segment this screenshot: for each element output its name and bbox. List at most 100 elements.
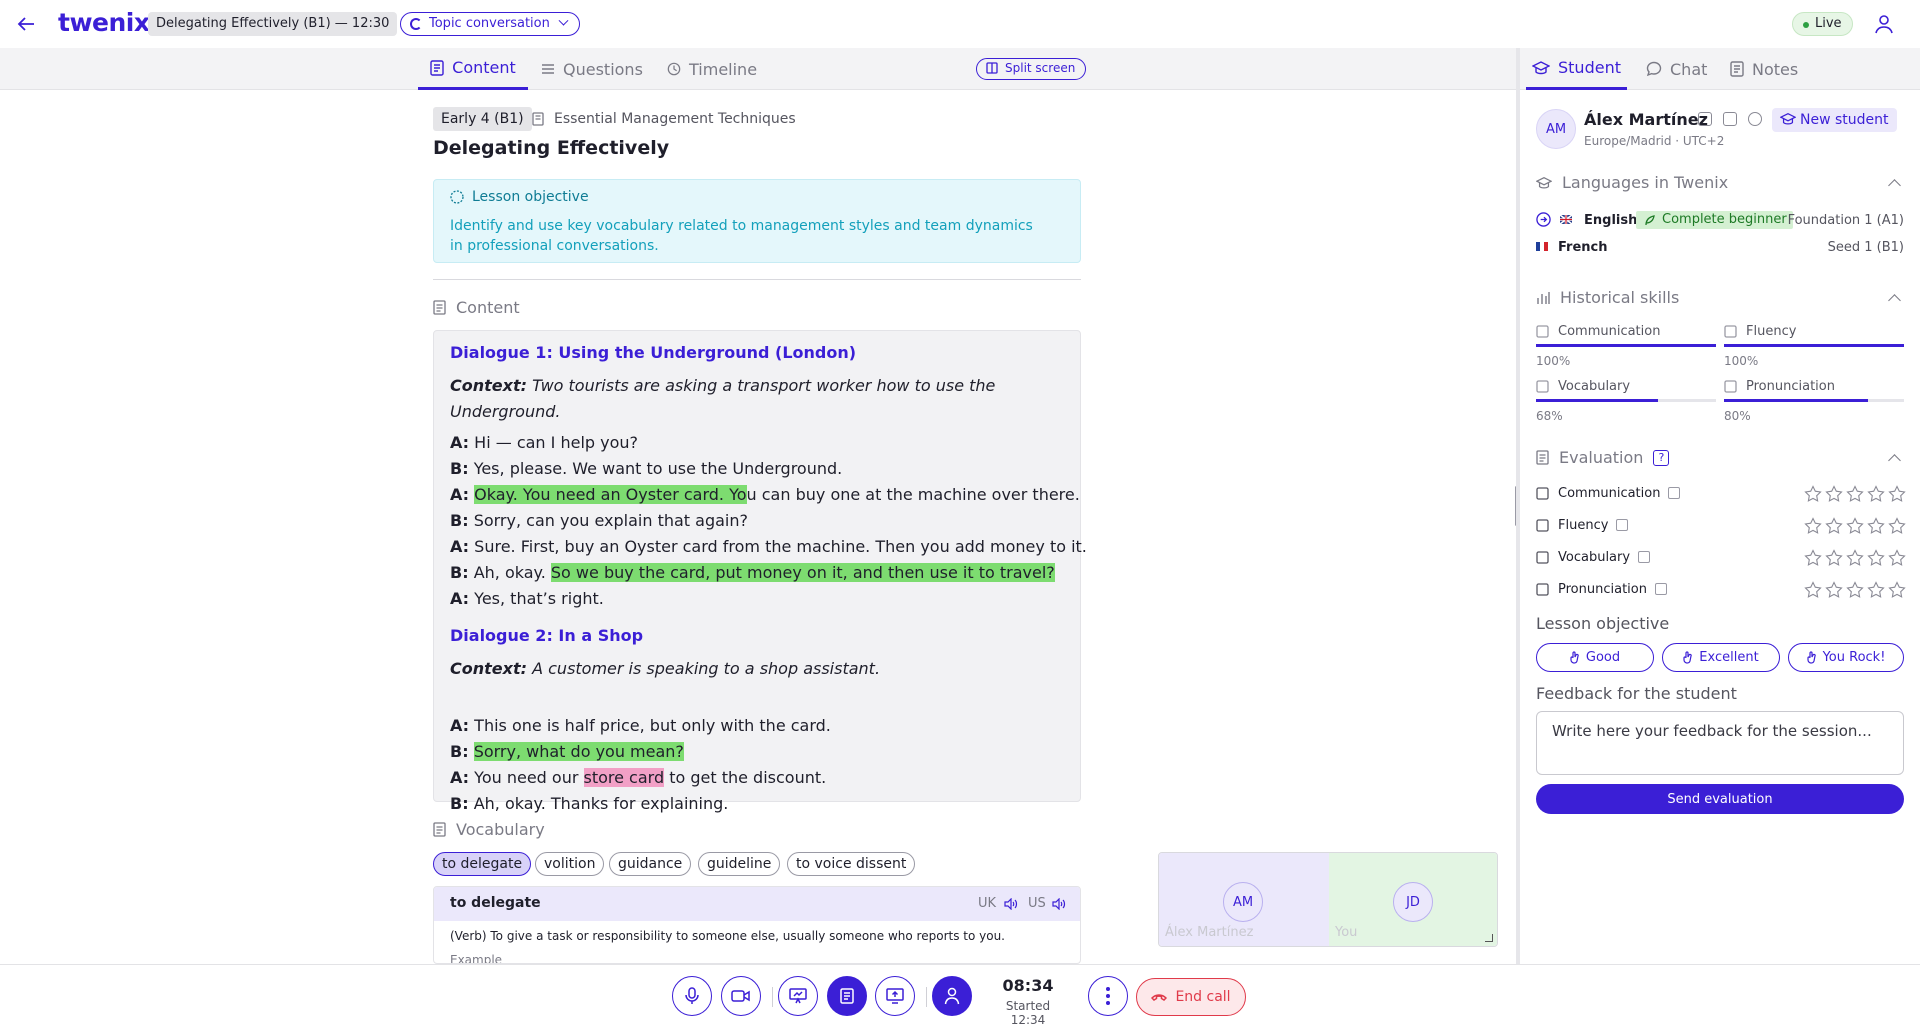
tab-chat[interactable]: Chat <box>1646 48 1707 90</box>
tab-student-label: Student <box>1558 58 1621 77</box>
line-text: to get the discount. <box>664 768 827 787</box>
lesson-objective-text: Identify and use key vocabulary related … <box>450 218 1033 254</box>
right-panel-tabs: Student Chat Notes <box>1520 48 1920 90</box>
info-icon[interactable] <box>1654 583 1667 595</box>
star-icon[interactable] <box>1804 485 1822 503</box>
language-name: French <box>1558 240 1608 255</box>
evaluation-label: Fluency <box>1558 518 1629 533</box>
objective-rating-button[interactable]: Good <box>1536 643 1654 672</box>
star-icon[interactable] <box>1867 485 1885 503</box>
beginner-badge-label: Complete beginner <box>1662 212 1787 227</box>
vocabulary-chip[interactable]: guideline <box>698 852 781 876</box>
tab-questions[interactable]: Questions <box>541 48 643 90</box>
language-name: English <box>1584 213 1638 228</box>
highlighted-text[interactable]: Okay. You need an Oyster card. Yo <box>474 485 747 504</box>
star-rating[interactable] <box>1804 549 1906 567</box>
historical-skills-heading[interactable]: Historical skills <box>1536 288 1679 307</box>
objective-heading-text: Lesson objective <box>472 189 589 205</box>
topic-conversation-dropdown[interactable]: Topic conversation <box>400 12 580 36</box>
skill-name: Pronunciation <box>1746 379 1835 394</box>
user-profile-icon[interactable] <box>1872 12 1896 36</box>
progress-ring-icon <box>410 18 422 30</box>
star-icon[interactable] <box>1804 549 1822 567</box>
evaluation-label: Pronunciation <box>1558 582 1667 597</box>
line-text: Sorry, can you explain that again? <box>473 511 748 530</box>
objective-rating-button[interactable]: Excellent <box>1662 643 1780 672</box>
feedback-label: Feedback for the student <box>1536 684 1737 703</box>
star-icon[interactable] <box>1867 581 1885 599</box>
tab-student[interactable]: Student <box>1526 48 1627 90</box>
evaluation-help-icon[interactable]: ? <box>1653 449 1670 466</box>
globe-icon[interactable] <box>1748 112 1762 126</box>
skill-progress-bar <box>1536 344 1716 347</box>
speaker-uk-icon[interactable] <box>1004 898 1018 910</box>
evaluation-heading[interactable]: Evaluation ? <box>1536 448 1670 467</box>
star-icon[interactable] <box>1825 581 1843 599</box>
star-icon[interactable] <box>1804 581 1822 599</box>
star-rating[interactable] <box>1804 517 1906 535</box>
star-icon[interactable] <box>1888 549 1906 567</box>
tab-timeline[interactable]: Timeline <box>667 48 757 90</box>
star-icon[interactable] <box>1867 549 1885 567</box>
end-call-button[interactable]: End call <box>1136 978 1246 1016</box>
skill-progress-fill <box>1536 344 1716 347</box>
whiteboard-button[interactable] <box>778 976 818 1016</box>
camera-button[interactable] <box>721 976 761 1016</box>
id-card-icon[interactable] <box>1698 112 1712 126</box>
profile-card-icon[interactable] <box>1723 112 1737 126</box>
tab-notes[interactable]: Notes <box>1730 48 1798 90</box>
tab-content[interactable]: Content <box>418 48 528 90</box>
star-icon[interactable] <box>1846 581 1864 599</box>
vocabulary-chip[interactable]: to voice dissent <box>787 852 916 876</box>
objective-rating-button[interactable]: You Rock! <box>1788 643 1904 672</box>
star-icon[interactable] <box>1867 517 1885 535</box>
info-icon[interactable] <box>1638 551 1651 563</box>
vocabulary-chip[interactable]: to delegate <box>433 852 532 876</box>
speaker-label: B: <box>450 459 469 478</box>
microphone-button[interactable] <box>672 976 712 1016</box>
send-evaluation-button[interactable]: Send evaluation <box>1536 784 1904 814</box>
star-icon[interactable] <box>1846 549 1864 567</box>
dialogue-line: A: Sure. First, buy an Oyster card from … <box>450 537 1087 556</box>
highlighted-text[interactable]: So we buy the card, put money on it, and… <box>550 563 1055 582</box>
vocabulary-chip[interactable]: guidance <box>609 852 692 876</box>
star-rating[interactable] <box>1804 485 1906 503</box>
skill-meter: Pronunciation 80% <box>1724 379 1904 429</box>
content-view-button[interactable] <box>827 976 867 1016</box>
star-icon[interactable] <box>1888 517 1906 535</box>
dialogue-1-context: Context: Two tourists are asking a trans… <box>450 373 1050 425</box>
languages-section-heading[interactable]: Languages in Twenix <box>1536 173 1728 192</box>
highlighted-text[interactable]: Sorry, what do you mean? <box>473 742 684 761</box>
split-screen-button[interactable]: Split screen <box>976 58 1087 80</box>
more-options-button[interactable] <box>1088 976 1128 1016</box>
highlighted-text[interactable]: store card <box>583 768 665 787</box>
feedback-textarea[interactable]: Write here your feedback for the session… <box>1536 711 1904 775</box>
star-icon[interactable] <box>1846 517 1864 535</box>
star-icon[interactable] <box>1846 485 1864 503</box>
video-call-window[interactable]: AM Álex Martínez JD You <box>1158 852 1498 947</box>
skill-name: Vocabulary <box>1558 379 1631 394</box>
lips-icon <box>1536 583 1549 596</box>
dialogue-line: A: Yes, that’s right. <box>450 589 604 608</box>
speaker-us-icon[interactable] <box>1052 898 1066 910</box>
info-icon[interactable] <box>1668 487 1681 499</box>
student-view-button[interactable] <box>932 976 972 1016</box>
star-rating[interactable] <box>1804 581 1906 599</box>
star-icon[interactable] <box>1888 485 1906 503</box>
split-screen-icon <box>986 62 998 74</box>
resize-grip-icon[interactable] <box>1485 934 1493 942</box>
info-icon[interactable] <box>1616 519 1629 531</box>
star-icon[interactable] <box>1825 485 1843 503</box>
vocabulary-chip[interactable]: volition <box>535 852 605 876</box>
star-icon[interactable] <box>1804 517 1822 535</box>
skill-name: Fluency <box>1746 324 1797 339</box>
back-arrow-icon[interactable] <box>14 12 38 36</box>
share-screen-button[interactable] <box>875 976 915 1016</box>
thumb-icon <box>1570 651 1579 664</box>
presentation-icon <box>789 988 807 1004</box>
star-icon[interactable] <box>1825 517 1843 535</box>
star-icon[interactable] <box>1888 581 1906 599</box>
tab-questions-label: Questions <box>563 59 643 79</box>
star-icon[interactable] <box>1825 549 1843 567</box>
live-status-badge: Live <box>1792 12 1853 36</box>
